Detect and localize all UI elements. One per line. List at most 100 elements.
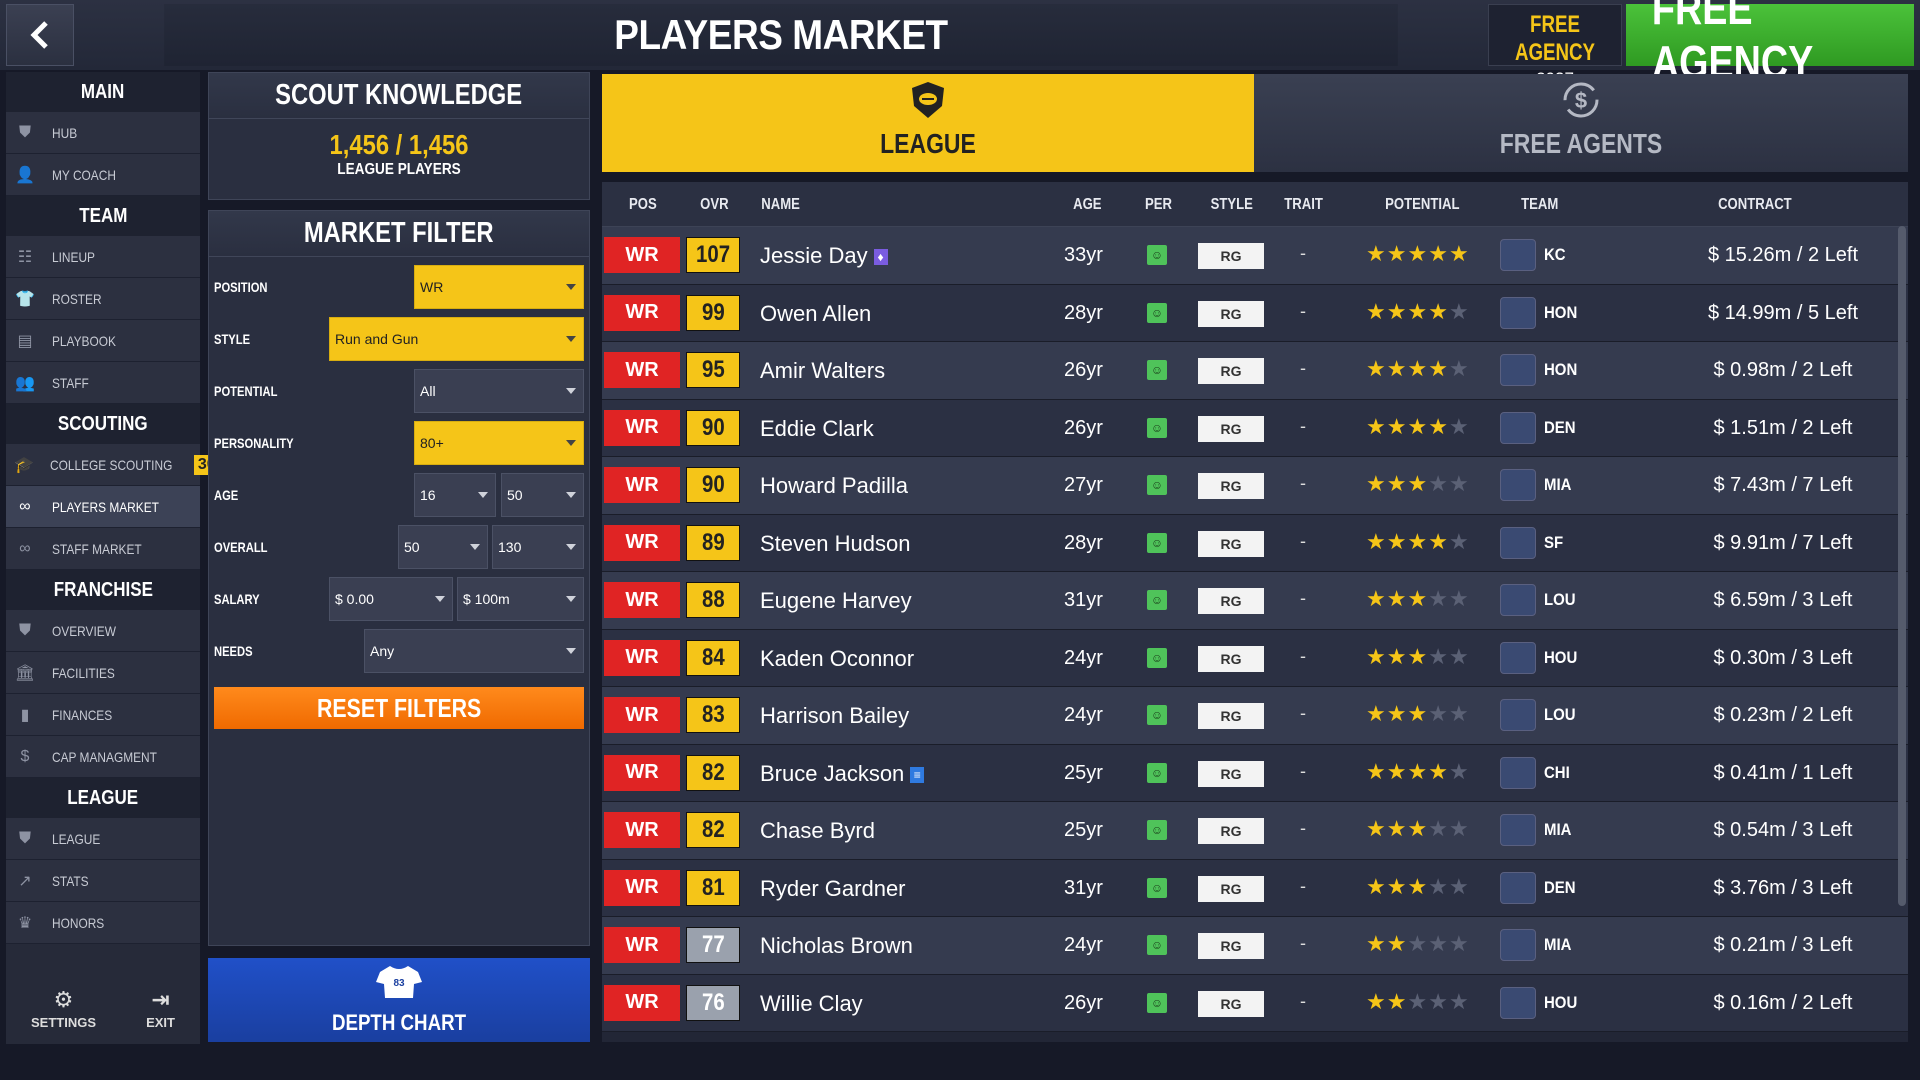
- table-row[interactable]: WR 99 Owen Allen 28yr ☺ RG - ★★★★★ HON $ 14.99m /…: [602, 284, 1908, 342]
- player-age: 26yr: [1064, 359, 1103, 381]
- personality-label: PERSONALITY: [214, 435, 294, 451]
- star-icon: ★: [1366, 931, 1387, 956]
- table-row[interactable]: WR 95 Amir Walters 26yr ☺ RG - ★★★★★ HON $ 0.98m …: [602, 342, 1908, 400]
- sidebar-item-college-scouting[interactable]: 🎓 COLLEGE SCOUTING 30: [6, 444, 220, 486]
- player-name[interactable]: Amir Walters: [760, 358, 885, 384]
- style-dropdown[interactable]: Run and Gun: [329, 317, 584, 361]
- table-row[interactable]: WR 107 Jessie Day ♦ 33yr ☺ RG - ★★★★★ KC $ 15.26m …: [602, 227, 1908, 285]
- player-team: HON: [1500, 354, 1582, 386]
- potential-stars: ★★★★★: [1366, 644, 1470, 670]
- sidebar-item-playbook[interactable]: ▤ PLAYBOOK: [6, 320, 200, 362]
- table-row[interactable]: WR 81 Ryder Gardner 31yr ☺ RG - ★★★★★ DEN $ 3.76m…: [602, 859, 1908, 917]
- column-header-pos[interactable]: POS: [629, 196, 657, 214]
- player-name[interactable]: Chase Byrd: [760, 818, 875, 844]
- star-icon: ★: [1428, 586, 1449, 611]
- player-name[interactable]: Steven Hudson: [760, 531, 910, 557]
- sidebar-item-overview[interactable]: ⛊ OVERVIEW: [6, 610, 200, 652]
- potential-dropdown[interactable]: All: [414, 369, 584, 413]
- column-header-ovr[interactable]: OVR: [700, 196, 728, 214]
- sidebar-item-label: COLLEGE SCOUTING: [49, 456, 173, 473]
- sidebar-item-lineup[interactable]: ☷ LINEUP: [6, 236, 200, 278]
- team-abbr: MIA: [1544, 820, 1572, 839]
- table-row[interactable]: WR 82 Bruce Jackson ≡ 25yr ☺ RG - ★★★★★ CHI $ 0.41…: [602, 744, 1908, 802]
- player-name[interactable]: Willie Clay: [760, 991, 863, 1017]
- sidebar-item-facilities[interactable]: 🏛 FACILITIES: [6, 652, 200, 694]
- dollar-icon: $: [20, 747, 30, 765]
- player-name[interactable]: Nicholas Brown: [760, 933, 913, 959]
- position-badge: WR: [604, 409, 680, 446]
- overall-min-dropdown[interactable]: 50: [398, 525, 488, 569]
- style-badge: RG: [1198, 990, 1264, 1017]
- style-badge: RG: [1198, 300, 1264, 327]
- age-max-dropdown[interactable]: 50: [501, 473, 584, 517]
- sidebar-item-staff-market[interactable]: ∞ STAFF MARKET: [6, 528, 200, 570]
- tab-free-agents[interactable]: $ FREE AGENTS: [1254, 74, 1908, 172]
- sidebar-item-honors[interactable]: ♛ HONORS: [6, 902, 200, 944]
- sidebar-item-roster[interactable]: 👕 ROSTER: [6, 278, 200, 320]
- table-row[interactable]: WR 82 Chase Byrd 25yr ☺ RG - ★★★★★ MIA $ 0.54m / …: [602, 802, 1908, 860]
- back-button[interactable]: [6, 4, 74, 66]
- overall-max-value: 130: [498, 539, 522, 555]
- tab-league[interactable]: LEAGUE: [602, 74, 1254, 172]
- table-row[interactable]: WR 90 Howard Padilla 27yr ☺ RG - ★★★★★ MIA $ 7.43…: [602, 457, 1908, 515]
- column-header-team[interactable]: TEAM: [1521, 196, 1558, 214]
- filter-salary-row: SALARY $ 0.00 $ 100m: [209, 577, 589, 623]
- column-header-potential[interactable]: POTENTIAL: [1385, 196, 1459, 214]
- age-min-dropdown[interactable]: 16: [414, 473, 496, 517]
- table-row[interactable]: WR 88 Eugene Harvey 31yr ☺ RG - ★★★★★ LOU $ 6.59m…: [602, 572, 1908, 630]
- player-age: 31yr: [1064, 589, 1103, 611]
- player-age: 26yr: [1064, 991, 1103, 1014]
- table-row[interactable]: WR 84 Kaden Oconnor 24yr ☺ RG - ★★★★★ HOU $ 0.30m…: [602, 629, 1908, 687]
- table-row[interactable]: WR 90 Eddie Clark 26yr ☺ RG - ★★★★★ DEN $ 1.51m /…: [602, 399, 1908, 457]
- table-row[interactable]: WR 89 Steven Hudson 28yr ☺ RG - ★★★★★ SF $ 9.91m …: [602, 514, 1908, 572]
- depth-chart-button[interactable]: 83 DEPTH CHART: [208, 958, 590, 1042]
- reset-filters-button[interactable]: RESET FILTERS: [214, 687, 584, 729]
- player-name[interactable]: Eddie Clark: [760, 416, 874, 442]
- star-icon: ★: [1448, 701, 1470, 726]
- sidebar-item-league[interactable]: ⛊ LEAGUE: [6, 818, 200, 860]
- sidebar-item-my-coach[interactable]: 👤 MY COACH: [6, 154, 200, 196]
- player-contract: $ 14.99m / 5 Left: [1707, 301, 1859, 324]
- player-name[interactable]: Harrison Bailey: [760, 703, 909, 729]
- salary-max-dropdown[interactable]: $ 100m: [457, 577, 584, 621]
- sidebar-item-staff[interactable]: 👥 STAFF: [6, 362, 200, 404]
- table-row[interactable]: WR 83 Harrison Bailey 24yr ☺ RG - ★★★★★ LOU $ 0.2…: [602, 687, 1908, 745]
- star-icon: ★: [1407, 988, 1429, 1014]
- salary-min-dropdown[interactable]: $ 0.00: [329, 577, 453, 621]
- sidebar-section-header: MAIN: [6, 72, 200, 112]
- player-name[interactable]: Kaden Oconnor: [760, 646, 914, 672]
- needs-dropdown[interactable]: Any: [364, 629, 584, 673]
- player-name[interactable]: Ryder Gardner: [760, 876, 906, 902]
- sidebar-item-cap-managment[interactable]: $ CAP MANAGMENT: [6, 736, 200, 778]
- player-name[interactable]: Bruce Jackson ≡: [760, 761, 925, 787]
- filter-position-row: POSITION WR: [209, 265, 589, 311]
- player-name[interactable]: Eugene Harvey: [760, 588, 912, 614]
- player-name[interactable]: Howard Padilla: [760, 473, 908, 499]
- position-dropdown[interactable]: WR: [414, 265, 584, 309]
- column-header-contract[interactable]: CONTRACT: [1718, 196, 1792, 214]
- settings-button[interactable]: ⚙ SETTINGS: [31, 987, 96, 1030]
- column-header-trait[interactable]: TRAIT: [1284, 196, 1323, 214]
- column-header-age[interactable]: AGE: [1073, 196, 1101, 214]
- column-header-style[interactable]: STYLE: [1211, 196, 1253, 214]
- table-scrollbar[interactable]: [1898, 226, 1906, 906]
- sidebar-item-finances[interactable]: ▮ FINANCES: [6, 694, 200, 736]
- personality-dropdown[interactable]: 80+: [414, 421, 584, 465]
- table-row[interactable]: WR 76 Willie Clay 26yr ☺ RG - ★★★★★ HOU $ 0.16m /…: [602, 974, 1908, 1032]
- overall-badge: 99: [686, 294, 740, 331]
- table-row[interactable]: WR 77 Nicholas Brown 24yr ☺ RG - ★★★★★ MIA $ 0.21…: [602, 917, 1908, 975]
- overall-max-dropdown[interactable]: 130: [492, 525, 584, 569]
- player-status-flag-icon: ≡: [910, 766, 925, 783]
- column-header-name[interactable]: NAME: [761, 196, 800, 214]
- sidebar-item-players-market[interactable]: ∞ PLAYERS MARKET: [6, 486, 200, 528]
- free-agency-button[interactable]: FREE AGENCY: [1626, 0, 1914, 88]
- table-header: POS OVR NAME AGE PER STYLE TRAIT POTENTI…: [602, 182, 1908, 227]
- sidebar-item-hub[interactable]: ⛊ HUB: [6, 112, 200, 154]
- team-abbr: CHI: [1544, 762, 1570, 782]
- player-name[interactable]: Jessie Day ♦: [760, 243, 888, 269]
- shield-icon: ⛊: [18, 829, 31, 847]
- player-name[interactable]: Owen Allen: [760, 301, 871, 327]
- exit-button[interactable]: ⇥ EXIT: [146, 987, 175, 1030]
- sidebar-item-stats[interactable]: ↗ STATS: [6, 860, 200, 902]
- column-header-per[interactable]: PER: [1145, 196, 1172, 214]
